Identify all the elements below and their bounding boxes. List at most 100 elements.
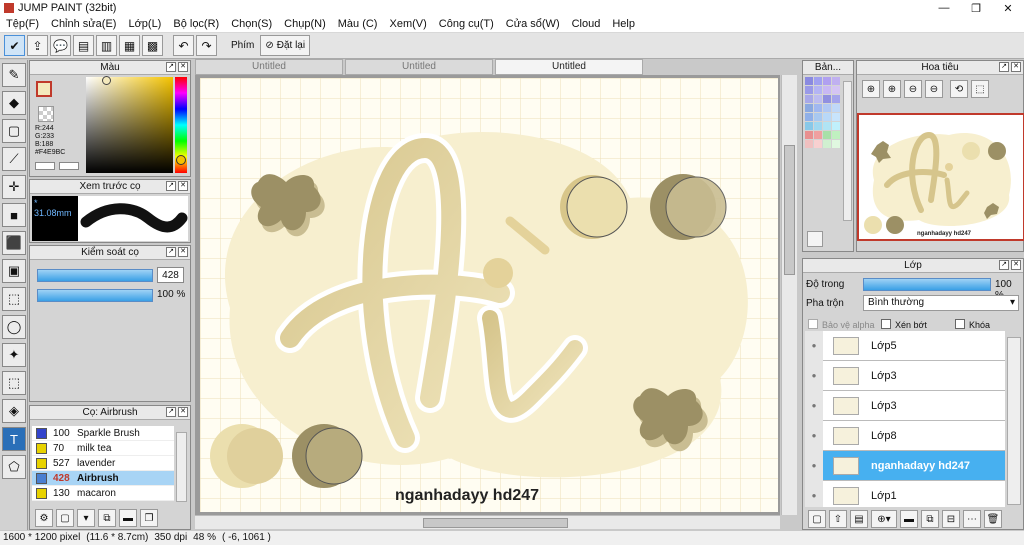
zoom-fit-icon[interactable]: ⊖ <box>925 80 943 98</box>
palette-swatch[interactable] <box>823 104 831 112</box>
brush-item[interactable]: 130 macaron <box>32 486 174 501</box>
popout-icon[interactable]: ↗ <box>166 247 176 257</box>
palette-swatch[interactable] <box>832 113 840 121</box>
menu-window[interactable]: Cửa sổ(W) <box>500 18 566 30</box>
visibility-icon[interactable]: ● <box>805 390 823 421</box>
brush-item[interactable]: 428 Airbrush <box>32 471 174 486</box>
color-mode-button-2[interactable] <box>59 162 79 170</box>
select-eraser-icon[interactable]: ◈ <box>2 399 26 423</box>
layer-settings-icon[interactable]: ▤ <box>850 510 868 528</box>
minimize-button[interactable]: — <box>928 0 960 16</box>
layer-row[interactable]: ● Lớp8 <box>805 420 1005 451</box>
list-icon[interactable]: ▦ <box>119 35 140 56</box>
palette-swatch[interactable] <box>814 95 822 103</box>
palette-swatch[interactable] <box>805 140 813 148</box>
layer-options-icon[interactable]: ⋯ <box>963 510 981 528</box>
visibility-icon[interactable]: ● <box>805 420 823 451</box>
menu-filter[interactable]: Bộ lọc(R) <box>167 18 225 30</box>
menu-color[interactable]: Màu (C) <box>332 18 384 30</box>
pen-tool-icon[interactable]: ✎ <box>2 63 26 87</box>
palette-swatch[interactable] <box>805 113 813 121</box>
palette-swatch[interactable] <box>814 122 822 130</box>
popout-icon[interactable]: ↗ <box>166 407 176 417</box>
palette-swatch[interactable] <box>823 131 831 139</box>
palette-swatch[interactable] <box>805 77 813 85</box>
page-icon[interactable]: ▥ <box>96 35 117 56</box>
palette-swatch[interactable] <box>832 77 840 85</box>
palette-swatch[interactable] <box>805 86 813 94</box>
hand-tool-icon[interactable]: ⬠ <box>2 455 26 479</box>
popout-icon[interactable]: ↗ <box>999 62 1009 72</box>
layer-row[interactable]: ● nganhadayy hd247 <box>805 450 1005 481</box>
layer-row[interactable]: ● Lớp5 <box>805 331 1005 361</box>
brush-item[interactable]: 100 Sparkle Brush <box>32 426 174 441</box>
horizontal-scroll-thumb[interactable] <box>423 518 568 528</box>
reset-button[interactable]: ⊘ Đặt lại <box>260 35 311 56</box>
palette-swatch[interactable] <box>823 122 831 130</box>
lock-checkbox[interactable]: Khóa <box>955 319 990 330</box>
gradient-tool-icon[interactable]: ▣ <box>2 259 26 283</box>
menu-edit[interactable]: Chỉnh sửa(E) <box>45 18 122 30</box>
move-tool-icon[interactable]: ✛ <box>2 175 26 199</box>
close-icon[interactable]: ✕ <box>178 62 188 72</box>
protect-alpha-checkbox[interactable]: Bảo vệ alpha <box>808 319 875 330</box>
layer-list-scrollbar[interactable] <box>1007 337 1021 505</box>
tab-untitled-2[interactable]: Untitled <box>345 59 493 75</box>
duplicate-brush-icon[interactable]: ⧉ <box>98 509 116 527</box>
export-icon[interactable]: ⇪ <box>27 35 48 56</box>
new-layer-2-icon[interactable]: ⇧ <box>829 510 847 528</box>
folder-icon[interactable]: ▬ <box>900 510 918 528</box>
menu-help[interactable]: Help <box>606 18 641 30</box>
saturation-value-picker[interactable] <box>86 77 173 173</box>
palette-swatch[interactable] <box>823 95 831 103</box>
new-layer-icon[interactable]: ▢ <box>808 510 826 528</box>
brush-item[interactable]: 70 milk tea <box>32 441 174 456</box>
palette-swatch[interactable] <box>814 86 822 94</box>
palette-swatch[interactable] <box>814 104 822 112</box>
menu-layer[interactable]: Lớp(L) <box>122 18 167 30</box>
visibility-icon[interactable]: ● <box>805 450 823 481</box>
close-icon[interactable]: ✕ <box>178 407 188 417</box>
vertical-scroll-thumb[interactable] <box>784 145 795 275</box>
palette-swatch[interactable] <box>805 95 813 103</box>
grid-icon[interactable]: ▩ <box>142 35 163 56</box>
new-palette-icon[interactable] <box>807 231 823 247</box>
close-icon[interactable]: ✕ <box>1011 260 1021 270</box>
popout-icon[interactable]: ↗ <box>166 181 176 191</box>
layer-row[interactable]: ● Lớp3 <box>805 390 1005 421</box>
check-icon[interactable]: ✔ <box>4 35 25 56</box>
palette-swatch[interactable] <box>832 131 840 139</box>
brush-settings-icon[interactable]: ⚙ <box>35 509 53 527</box>
comment-icon[interactable]: 💬 <box>50 35 71 56</box>
layer-opacity-slider[interactable] <box>863 278 991 291</box>
color-picker-cursor[interactable] <box>102 76 111 85</box>
zoom-in-icon[interactable]: ⊕ <box>883 80 901 98</box>
close-icon[interactable]: ✕ <box>178 247 188 257</box>
redo-icon[interactable]: ↷ <box>196 35 217 56</box>
palette-swatch[interactable] <box>805 131 813 139</box>
brush-opacity-slider[interactable] <box>37 289 153 302</box>
color-mode-button[interactable] <box>35 162 55 170</box>
text-tool-icon[interactable]: T <box>2 427 26 451</box>
palette-swatch[interactable] <box>832 122 840 130</box>
blend-mode-select[interactable]: Bình thường ▾ <box>863 295 1019 311</box>
palette-swatch[interactable] <box>814 140 822 148</box>
fill-rect-tool-icon[interactable]: ■ <box>2 203 26 227</box>
palette-swatch[interactable] <box>805 122 813 130</box>
line-tool-icon[interactable]: ⟋ <box>2 147 26 171</box>
hue-slider-handle[interactable] <box>176 155 186 165</box>
menu-capture[interactable]: Chụp(N) <box>278 18 332 30</box>
rect-tool-icon[interactable]: ▢ <box>2 119 26 143</box>
trash-icon[interactable]: 🗑 <box>984 510 1002 528</box>
palette-swatch[interactable] <box>832 95 840 103</box>
new-brush-icon[interactable]: ▢ <box>56 509 74 527</box>
merge-layer-icon[interactable]: ⊟ <box>942 510 960 528</box>
palette-swatch[interactable] <box>832 104 840 112</box>
palette-swatch[interactable] <box>832 140 840 148</box>
duplicate-layer-icon[interactable]: ⧉ <box>921 510 939 528</box>
palette-swatch[interactable] <box>823 77 831 85</box>
copy-brush-icon[interactable]: ❐ <box>140 509 158 527</box>
lasso-icon[interactable]: ◯ <box>2 315 26 339</box>
rotate-icon[interactable]: ⟲ <box>950 80 968 98</box>
brush-item[interactable]: 527 lavender <box>32 456 174 471</box>
